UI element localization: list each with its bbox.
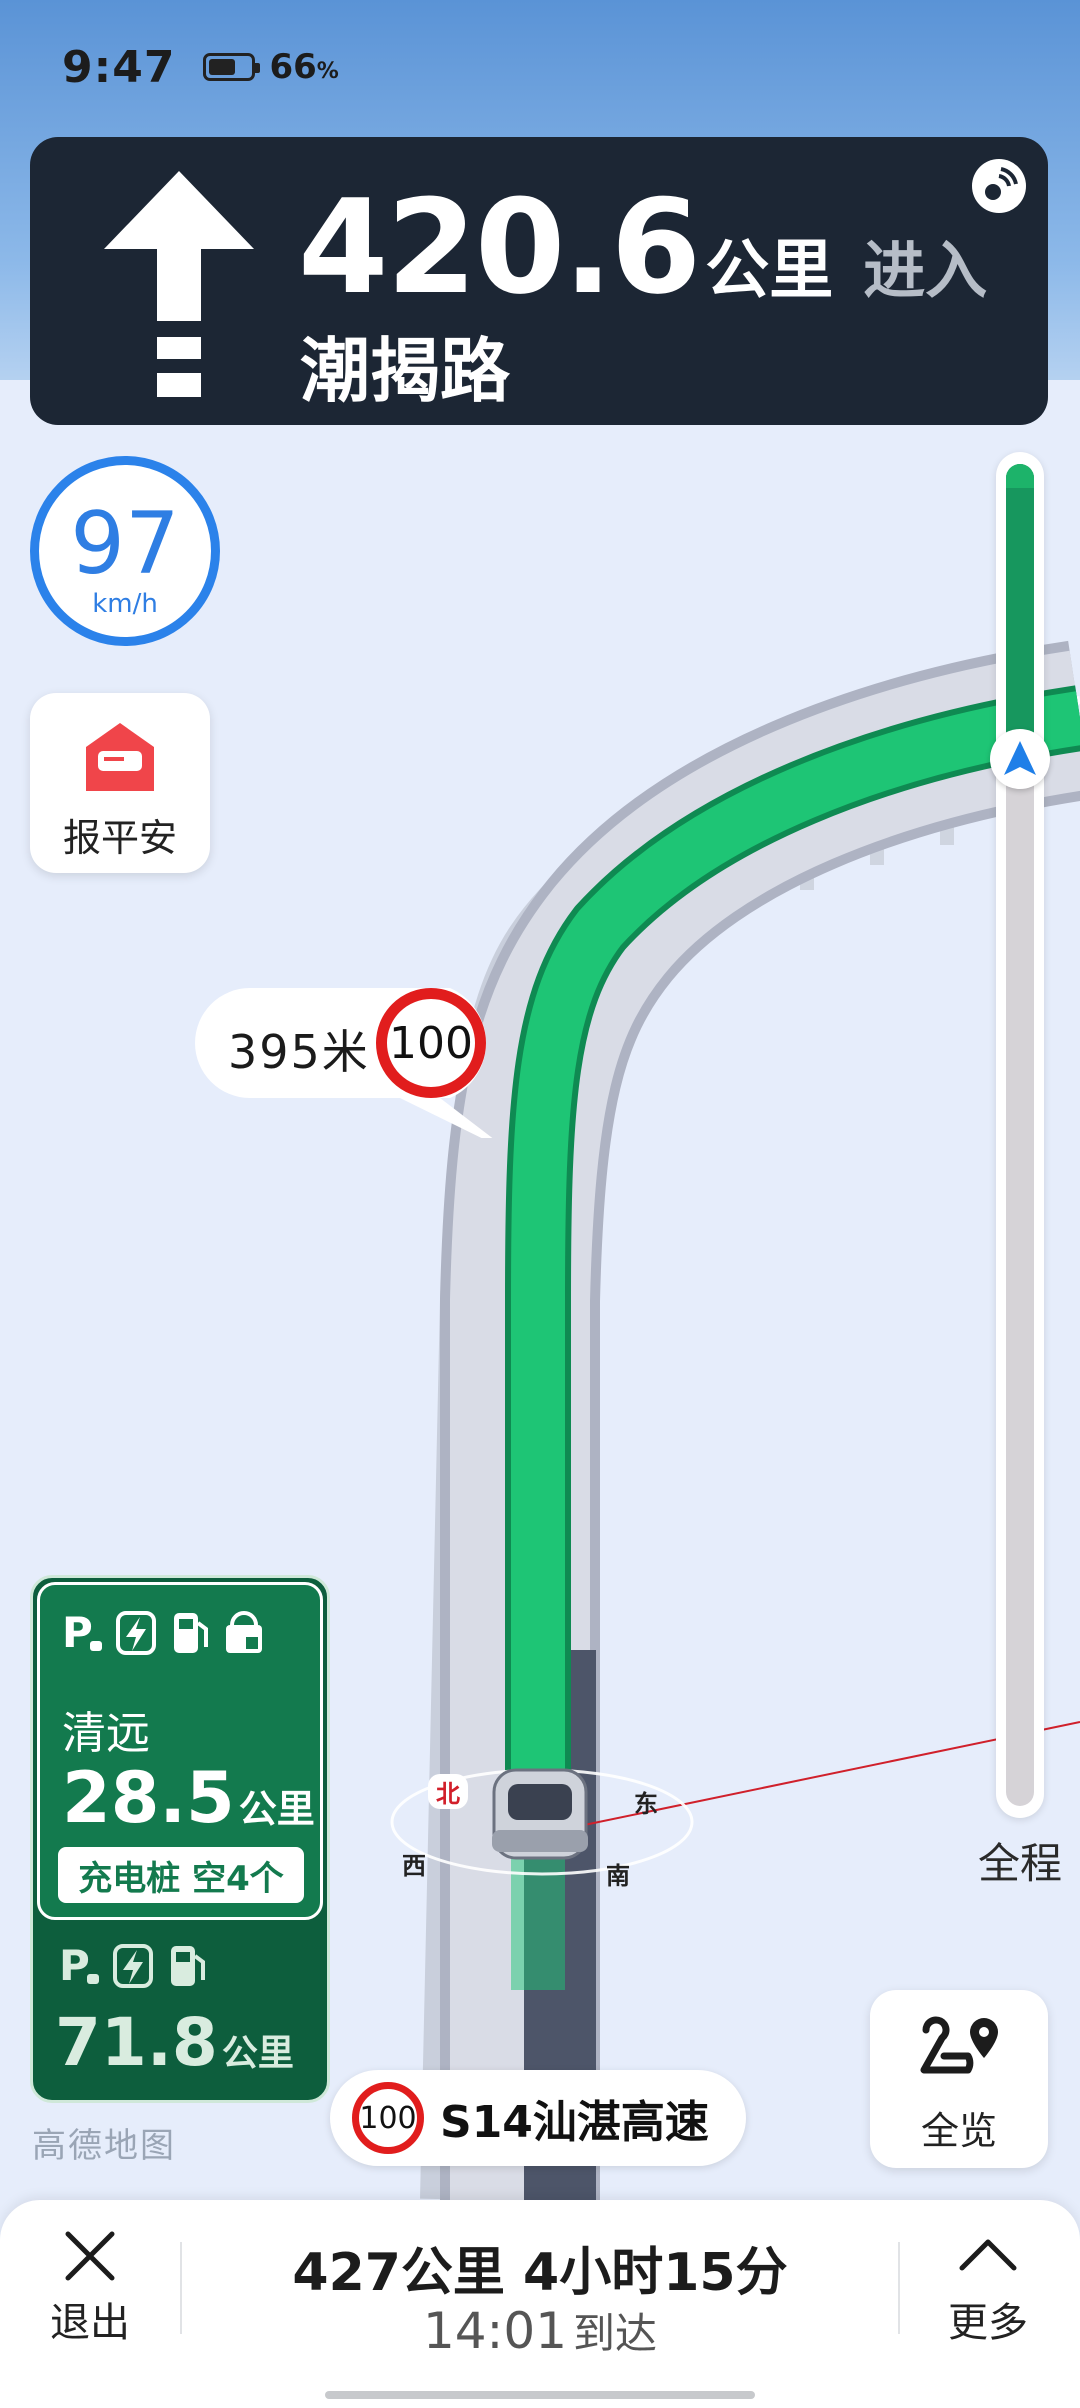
parking-icon: P bbox=[62, 1608, 102, 1657]
divider bbox=[898, 2242, 900, 2334]
home-indicator[interactable] bbox=[325, 2391, 755, 2399]
arrival-time: 14:01 到达 bbox=[422, 2302, 658, 2360]
clock: 9:47 bbox=[62, 41, 176, 93]
status-bar: 9:47 66% bbox=[62, 41, 339, 93]
more-label: 更多 bbox=[948, 2300, 1028, 2346]
route-progress-bar[interactable] bbox=[996, 452, 1044, 1818]
maneuver-distance: 420.6公里 进入 bbox=[298, 171, 987, 323]
service-area-2-distance: 71.8 公里 bbox=[55, 2004, 294, 2081]
compass-west-label: 西 bbox=[402, 1852, 426, 1880]
trip-info-bar: 退出 427公里 4小时15分 14:01 到达 更多 bbox=[0, 2200, 1080, 2408]
service-area-card-1[interactable]: P 清远 28.5 公里 充电桩 空4个 bbox=[37, 1582, 323, 1920]
fuel-icon bbox=[171, 1946, 205, 1986]
speed-unit: km/h bbox=[92, 589, 158, 619]
vehicle-icon bbox=[492, 1768, 588, 1860]
chevron-up-icon bbox=[959, 2239, 1017, 2271]
svg-text:P: P bbox=[62, 1608, 93, 1657]
route-overview-button[interactable]: 全览 bbox=[870, 1990, 1048, 2168]
route-progress-label: 全程 bbox=[978, 1839, 1063, 1888]
battery-percent: 66% bbox=[269, 47, 339, 87]
exit-label: 退出 bbox=[50, 2300, 130, 2346]
fuel-icon bbox=[174, 1613, 208, 1653]
current-road-name: S14汕湛高速 bbox=[440, 2097, 709, 2148]
speed-camera-callout: 395米 100 bbox=[190, 978, 502, 1138]
compass-east-label: 东 bbox=[634, 1790, 658, 1818]
voice-icon[interactable] bbox=[972, 159, 1026, 213]
straight-arrow-icon bbox=[104, 171, 254, 397]
charging-icon bbox=[113, 1944, 153, 1988]
route-overview-icon bbox=[920, 2016, 998, 2074]
charger-availability-badge: 充电桩 空4个 bbox=[58, 1847, 304, 1903]
parking-icon: P bbox=[59, 1941, 99, 1990]
service-area-name: 清远 bbox=[62, 1708, 150, 1759]
map-brand-logo: 高德地图 bbox=[32, 2126, 176, 2166]
route-progress-completed bbox=[1006, 464, 1034, 759]
service-area-panel[interactable]: P 清远 28.5 公里 充电桩 空4个 P 71.8 公里 bbox=[30, 1575, 330, 2103]
next-road-name: 潮揭路 bbox=[300, 330, 510, 412]
service-area-distance: 28.5 公里 bbox=[62, 1757, 315, 1839]
maneuver-card[interactable]: 420.6公里 进入 潮揭路 bbox=[30, 137, 1048, 425]
shop-icon bbox=[226, 1611, 262, 1653]
svg-text:P: P bbox=[59, 1941, 90, 1990]
service-area-card-2-icons: P bbox=[57, 1940, 209, 1990]
envelope-icon bbox=[86, 723, 154, 791]
maneuver-distance-unit: 公里 bbox=[705, 234, 834, 308]
close-icon bbox=[65, 2231, 115, 2281]
route-overview-label: 全览 bbox=[920, 2109, 997, 2153]
current-road-indicator: 100 S14汕湛高速 bbox=[330, 2070, 746, 2166]
battery-icon bbox=[203, 53, 261, 81]
compass-south-label: 南 bbox=[606, 1862, 630, 1890]
exit-navigation-button[interactable]: 退出 bbox=[30, 2228, 150, 2348]
remaining-distance-time: 427公里 4小时15分 bbox=[292, 2243, 788, 2303]
current-position-icon bbox=[990, 729, 1050, 789]
more-options-button[interactable]: 更多 bbox=[928, 2228, 1048, 2348]
report-safe-button[interactable]: 报平安 bbox=[30, 693, 210, 873]
speed-camera-distance: 395米 bbox=[228, 1025, 370, 1079]
report-safe-label: 报平安 bbox=[62, 816, 177, 860]
current-speed-indicator: 97 km/h bbox=[30, 456, 220, 646]
compass-north-label: 北 bbox=[428, 1774, 468, 1809]
maneuver-action: 进入 bbox=[863, 234, 988, 307]
charging-icon bbox=[116, 1611, 156, 1655]
road-speed-limit-sign: 100 bbox=[352, 2082, 424, 2154]
speed-value: 97 bbox=[70, 494, 180, 594]
facility-icons: P bbox=[60, 1607, 266, 1657]
maneuver-distance-value: 420.6 bbox=[298, 171, 701, 323]
speed-limit-sign: 100 bbox=[376, 988, 486, 1098]
